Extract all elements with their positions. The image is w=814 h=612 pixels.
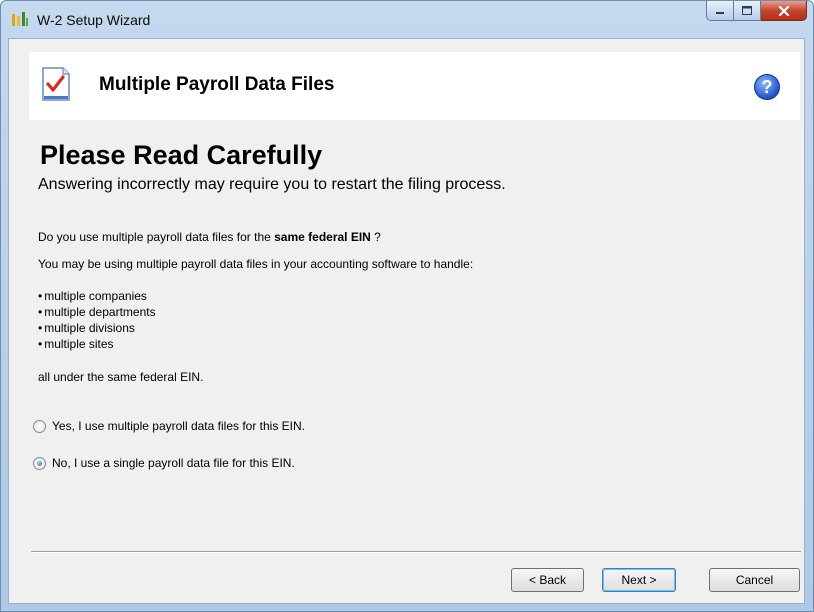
question-emphasis: same federal EIN [274,230,371,244]
app-logo-icon [12,12,28,26]
minimize-icon [716,11,724,14]
option-yes-multiple[interactable]: Yes, I use multiple payroll data files f… [33,419,305,433]
question-text: Do you use multiple payroll data files f… [38,230,381,244]
close-button[interactable] [761,1,807,21]
warning-subheading: Answering incorrectly may require you to… [38,176,506,193]
footer-divider [31,551,801,553]
list-item: multiple divisions [38,320,156,336]
question-prefix: Do you use multiple payroll data files f… [38,230,275,244]
radio-yes-multiple[interactable] [33,419,46,433]
option-no-single[interactable]: No, I use a single payroll data file for… [33,456,295,470]
list-item: multiple companies [38,288,156,304]
help-icon[interactable]: ? [754,74,780,100]
checklist-document-icon [42,67,70,101]
window-title: W-2 Setup Wizard [37,12,151,28]
close-icon [778,5,789,16]
wizard-window: W-2 Setup Wizard Multiple Payroll Data F… [0,0,814,612]
back-button[interactable]: < Back [511,568,584,592]
reason-list: multiple companies multiple departments … [38,288,156,352]
warning-heading: Please Read Carefully [40,140,323,170]
footer-note: all under the same federal EIN. [38,370,204,384]
radio-no-single[interactable] [33,456,46,470]
option-label[interactable]: No, I use a single payroll data file for… [52,456,295,470]
wizard-header: Multiple Payroll Data Files ? [29,52,800,120]
cancel-button[interactable]: Cancel [709,568,800,592]
page-title: Multiple Payroll Data Files [99,74,335,95]
maximize-icon [742,6,752,15]
wizard-client-area: Multiple Payroll Data Files ? Please Rea… [8,38,805,604]
list-item: multiple sites [38,336,156,352]
intro-text: You may be using multiple payroll data f… [38,257,474,271]
window-controls [706,1,807,23]
title-bar[interactable]: W-2 Setup Wizard [1,1,813,39]
next-button[interactable]: Next > [602,568,676,592]
minimize-button[interactable] [706,1,734,21]
option-label[interactable]: Yes, I use multiple payroll data files f… [52,419,305,433]
question-suffix: ? [370,230,381,244]
maximize-button[interactable] [734,1,761,21]
list-item: multiple departments [38,304,155,320]
